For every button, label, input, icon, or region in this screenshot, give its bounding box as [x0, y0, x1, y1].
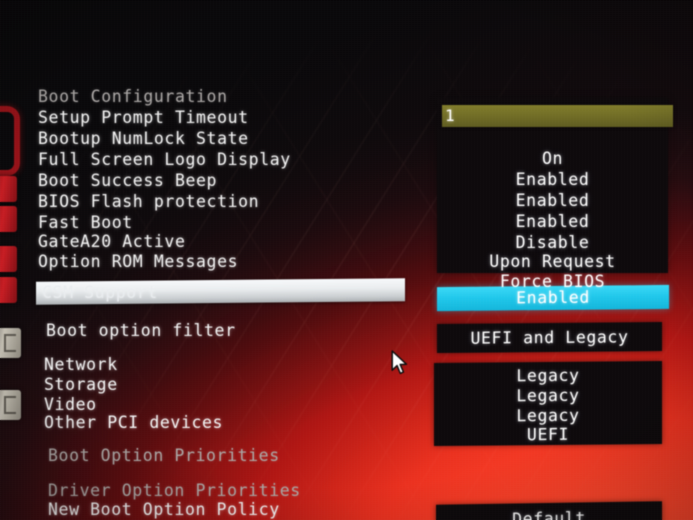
setting-value-3[interactable]: Enabled — [437, 170, 668, 189]
setup-prompt-timeout-field[interactable] — [442, 105, 673, 127]
setting-label-4[interactable]: Boot Success Beep — [38, 171, 217, 190]
csm-setting-value-3[interactable]: Legacy — [434, 405, 662, 426]
csm-setting-label-3[interactable]: Video — [44, 395, 97, 414]
setting-label-5[interactable]: BIOS Flash protection — [38, 192, 259, 211]
setting-value-4[interactable]: Enabled — [437, 191, 668, 210]
setting-value-6[interactable]: Disable — [437, 233, 668, 252]
bios-setup-screen: Boot Configuration Setup Prompt Timeout Bo… — [0, 0, 693, 520]
csm-setting-label-4[interactable]: Other PCI devices — [44, 413, 223, 432]
setting-label-csm-support[interactable]: CSM Support — [42, 283, 158, 302]
setting-value-7[interactable]: Upon Request — [437, 252, 668, 271]
setting-label-6[interactable]: Fast Boot — [38, 213, 133, 232]
priority-label-0[interactable]: Boot Option Priorities — [48, 446, 280, 465]
csm-setting-label-1[interactable]: Network — [44, 355, 118, 374]
setup-prompt-timeout-value[interactable]: 1 — [445, 106, 455, 125]
setting-value-8[interactable]: Force BIOS — [437, 272, 668, 291]
csm-setting-value-2[interactable]: Legacy — [434, 385, 662, 406]
setting-label-7[interactable]: GateA20 Active — [38, 232, 185, 251]
priority-label-2[interactable]: New Boot Option Policy — [48, 500, 280, 519]
csm-setting-label-0[interactable]: Boot option filter — [46, 321, 236, 340]
setting-label-0[interactable]: Boot Configuration — [38, 87, 228, 106]
setting-value-5[interactable]: Enabled — [437, 212, 668, 231]
csm-setting-label-2[interactable]: Storage — [44, 375, 118, 394]
setting-label-8[interactable]: Option ROM Messages — [38, 252, 238, 271]
setting-label-2[interactable]: Bootup NumLock State — [38, 129, 249, 148]
setting-value-2[interactable]: On — [437, 149, 668, 168]
setting-label-3[interactable]: Full Screen Logo Display — [38, 150, 291, 169]
settings-label-column: Boot Configuration Setup Prompt Timeout Bo… — [0, 0, 420, 520]
csm-setting-value-0[interactable]: UEFI and Legacy — [437, 327, 662, 348]
csm-setting-value-4[interactable]: UEFI — [434, 424, 662, 445]
setting-label-1[interactable]: Setup Prompt Timeout — [38, 108, 249, 127]
priority-label-1[interactable]: Driver Option Priorities — [48, 481, 301, 500]
csm-setting-value-1[interactable]: Legacy — [434, 365, 662, 386]
